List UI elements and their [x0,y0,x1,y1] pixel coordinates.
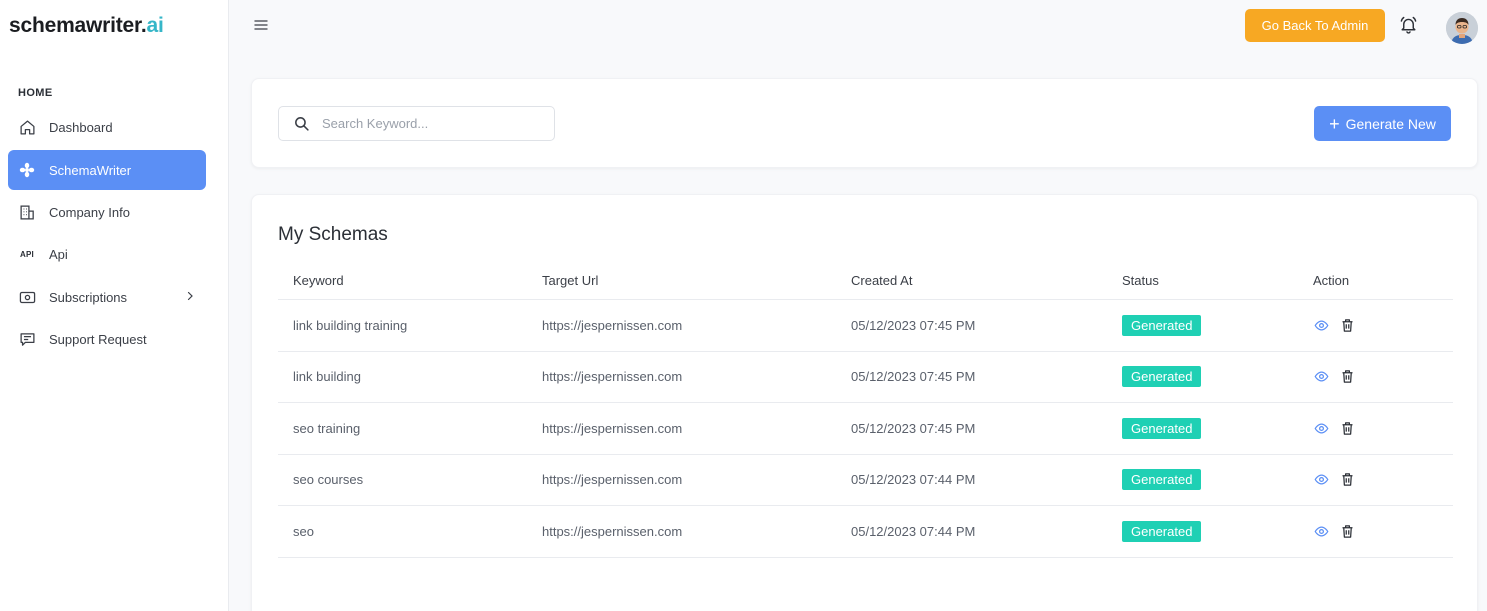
sidebar-item-label: Company Info [49,204,130,220]
api-icon: API [20,249,34,259]
eye-icon[interactable] [1313,369,1329,385]
status-badge: Generated [1122,520,1202,542]
header-target-url: Target Url [542,273,599,288]
created-at-cell: 05/12/2023 07:45 PM [851,317,976,333]
generate-new-label: Generate New [1345,115,1436,132]
sidebar-item-label: Subscriptions [49,289,128,305]
trash-icon[interactable] [1339,317,1355,333]
keyword-cell: link building training [293,317,408,333]
plus-icon: + [1329,113,1340,134]
sidebar-section-label: HOME [18,87,53,99]
home-icon [18,118,36,136]
header-action: Action [1313,273,1350,288]
table-row: seo courses https://jespernissen.com 05/… [278,455,1453,506]
hamburger-menu-icon[interactable] [253,17,269,33]
bell-icon[interactable] [1399,15,1418,35]
status-badge: Generated [1122,314,1202,336]
table-row: link building training https://jespernis… [278,300,1453,352]
sidebar-item-schemawriter[interactable]: SchemaWriter [8,150,206,190]
building-icon [18,203,36,221]
header-status: Status [1122,273,1159,288]
eye-icon[interactable] [1313,420,1329,436]
search-icon [293,115,310,132]
flower-icon [18,161,36,179]
table-row: seo https://jespernissen.com 05/12/2023 … [278,506,1453,558]
eye-icon[interactable] [1313,523,1329,539]
created-at-cell: 05/12/2023 07:44 PM [851,523,976,539]
trash-icon[interactable] [1339,472,1355,488]
search-card: + Generate New [251,78,1478,168]
created-at-cell: 05/12/2023 07:45 PM [851,369,976,385]
sidebar-item-subscriptions[interactable]: Subscriptions [8,277,206,317]
generate-new-button[interactable]: + Generate New [1314,106,1451,141]
search-box [278,106,555,141]
trash-icon[interactable] [1339,523,1355,539]
table-row: link building https://jespernissen.com 0… [278,352,1453,403]
schemas-table: Keyword Target Url Created At Status Act… [278,262,1453,558]
sidebar-item-support-request[interactable]: Support Request [8,319,206,359]
message-icon [18,330,36,348]
eye-icon[interactable] [1313,472,1329,488]
schemas-title: My Schemas [278,224,388,245]
keyword-cell: seo training [293,420,361,436]
target-url-cell: https://jespernissen.com [542,523,683,539]
avatar[interactable] [1446,12,1478,44]
keyword-cell: seo [293,523,314,539]
table-row: seo training https://jespernissen.com 05… [278,403,1453,455]
money-icon [18,288,36,306]
created-at-cell: 05/12/2023 07:45 PM [851,420,976,436]
sidebar-item-label: Support Request [49,331,147,347]
target-url-cell: https://jespernissen.com [542,420,683,436]
status-badge: Generated [1122,366,1202,388]
table-header-row: Keyword Target Url Created At Status Act… [278,262,1453,300]
search-input[interactable] [322,116,532,131]
target-url-cell: https://jespernissen.com [542,472,683,488]
sidebar-item-label: Dashboard [49,119,113,135]
target-url-cell: https://jespernissen.com [542,369,683,385]
sidebar-item-label: SchemaWriter [49,162,132,178]
sidebar-item-company-info[interactable]: Company Info [8,192,206,232]
brand-suffix: ai [146,14,164,37]
status-badge: Generated [1122,417,1202,439]
header-keyword: Keyword [293,273,344,288]
user-avatar-icon [1446,12,1478,44]
chevron-right-icon [184,289,196,306]
eye-icon[interactable] [1313,317,1329,333]
trash-icon[interactable] [1339,420,1355,436]
sidebar-item-dashboard[interactable]: Dashboard [8,107,206,147]
sidebar-item-label: Api [49,246,68,262]
go-back-to-admin-button[interactable]: Go Back To Admin [1245,9,1385,42]
trash-icon[interactable] [1339,369,1355,385]
keyword-cell: seo courses [293,472,364,488]
created-at-cell: 05/12/2023 07:44 PM [851,472,976,488]
header-created-at: Created At [851,273,913,288]
schemas-card: My Schemas Keyword Target Url Created At… [251,194,1478,611]
sidebar: schemawriter.ai HOME Dashboard SchemaWri… [0,0,229,611]
sidebar-item-api[interactable]: API Api [8,234,206,274]
brand-logo[interactable]: schemawriter.ai [9,14,164,38]
brand-name: schemawriter. [9,14,147,37]
target-url-cell: https://jespernissen.com [542,317,683,333]
keyword-cell: link building [293,369,361,385]
status-badge: Generated [1122,469,1202,491]
